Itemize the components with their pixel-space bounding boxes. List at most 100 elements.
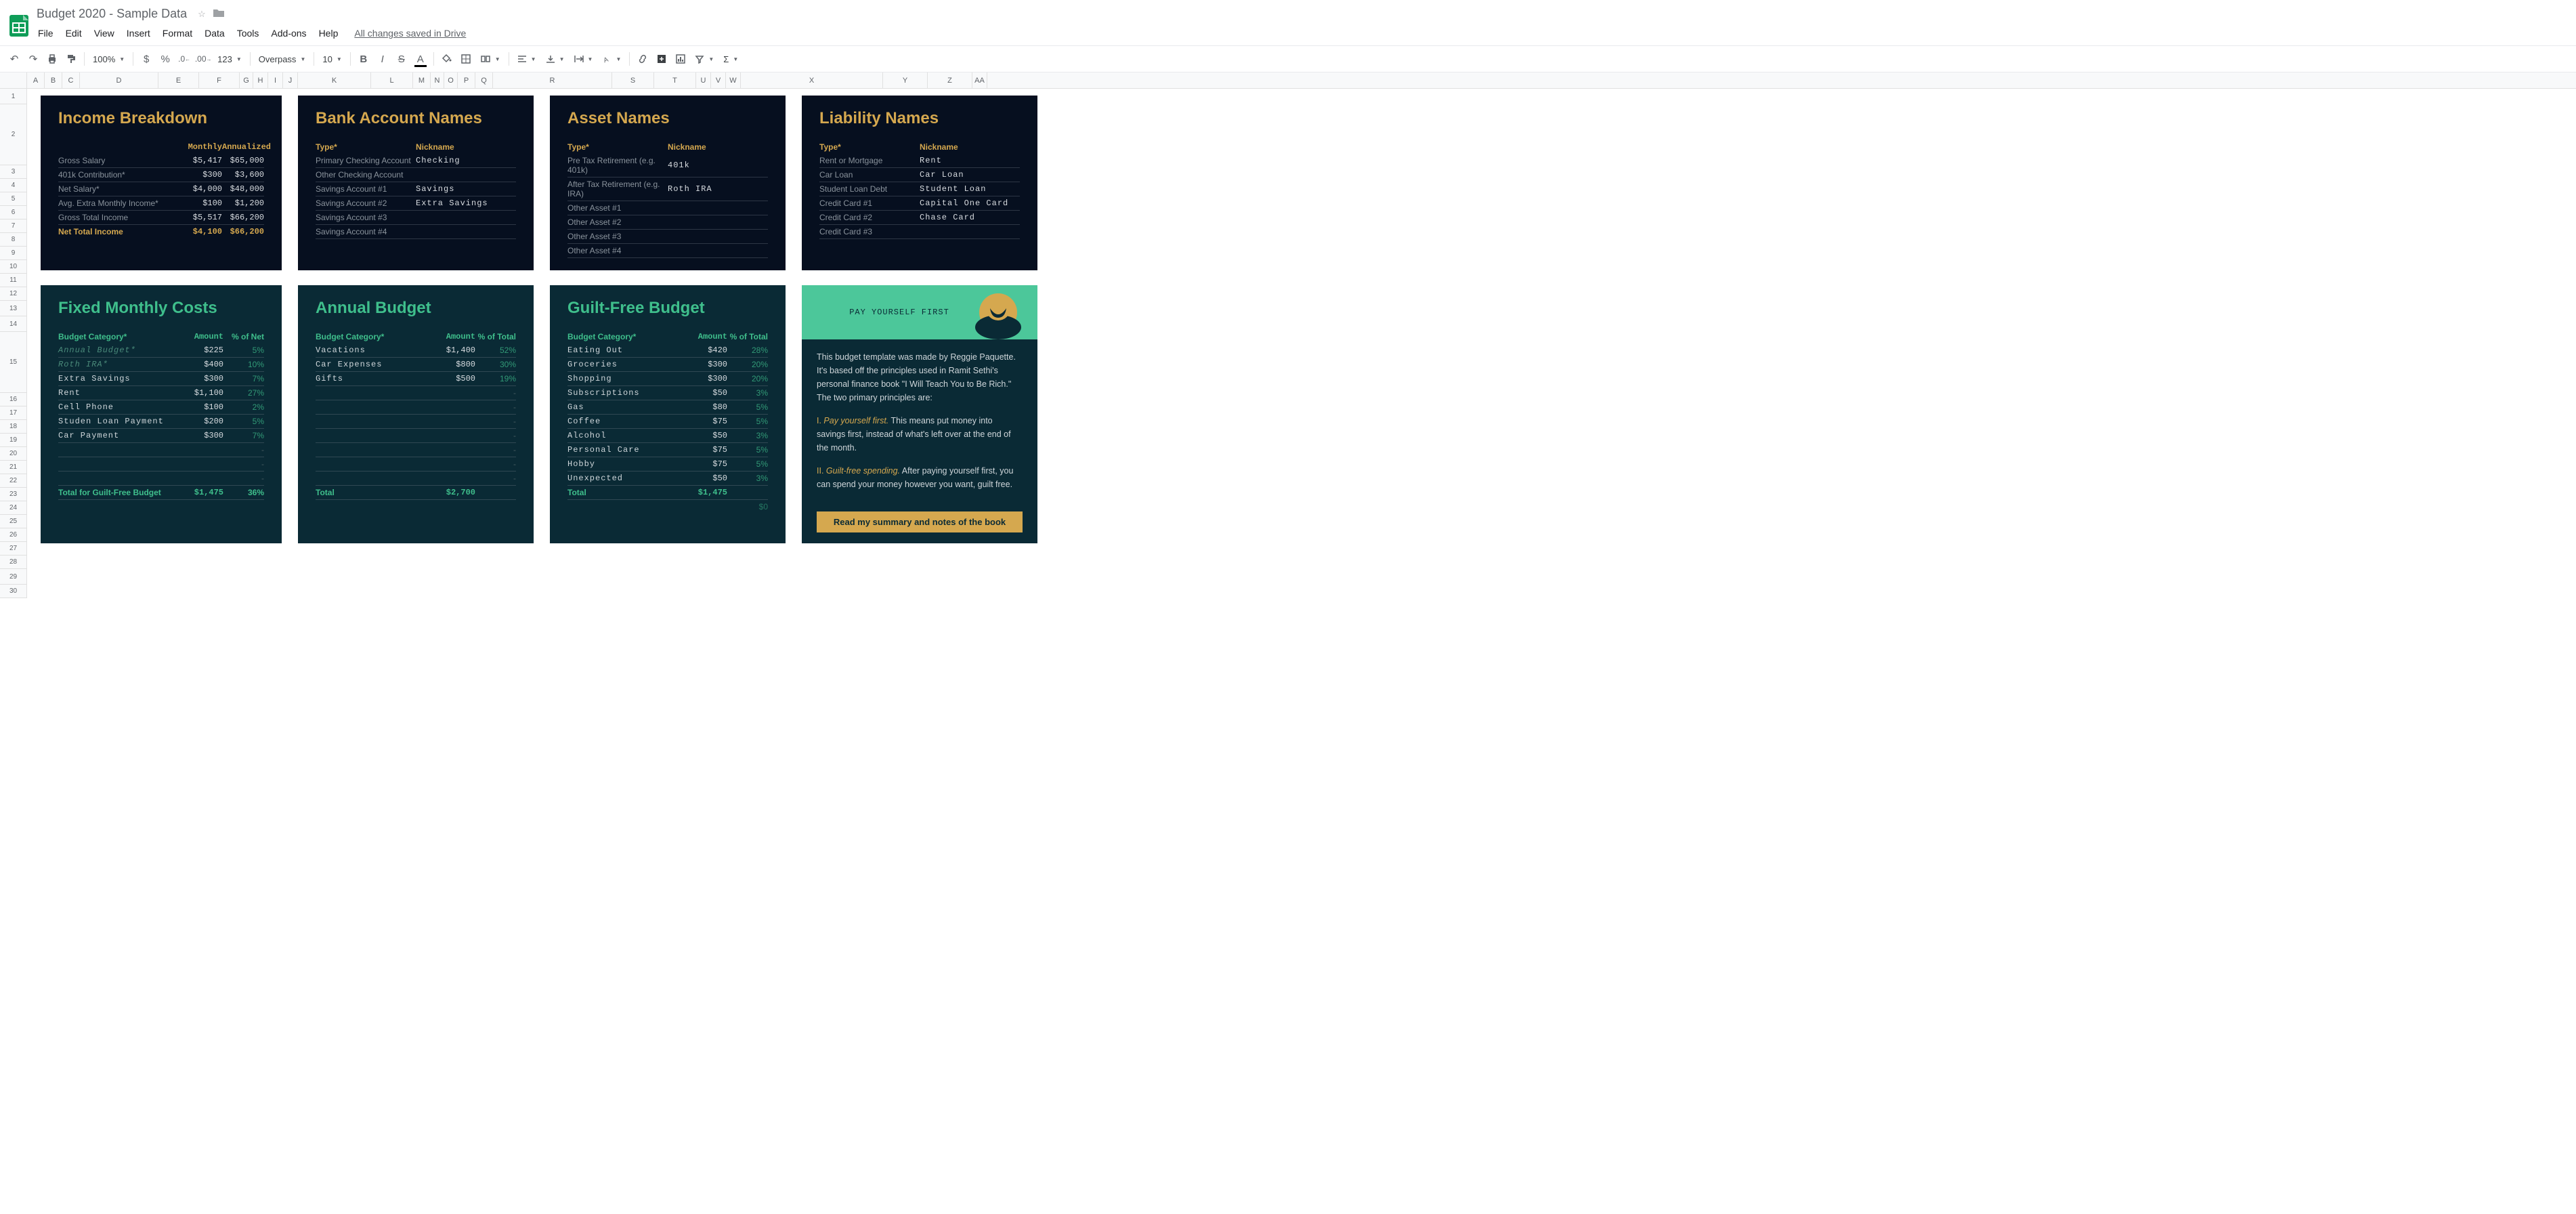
row-header-28[interactable]: 28	[0, 556, 26, 569]
row-header-24[interactable]: 24	[0, 501, 26, 515]
col-header-V[interactable]: V	[711, 72, 726, 88]
col-header-AA[interactable]: AA	[972, 72, 987, 88]
menu-tools[interactable]: Tools	[232, 25, 265, 41]
table-row[interactable]: Subscriptions$503%	[567, 386, 768, 400]
col-header-G[interactable]: G	[240, 72, 253, 88]
table-row[interactable]: Gross Salary$5,417$65,000	[58, 154, 264, 168]
table-row[interactable]: Annual Budget*$2255%	[58, 343, 264, 358]
table-row[interactable]: Car Expenses$80030%	[316, 358, 516, 372]
currency-button[interactable]: $	[137, 50, 155, 68]
row-header-11[interactable]: 11	[0, 274, 26, 287]
table-row[interactable]: Gifts$50019%	[316, 372, 516, 386]
table-row[interactable]: Alcohol$503%	[567, 429, 768, 443]
row-header-23[interactable]: 23	[0, 488, 26, 501]
sheets-app-icon[interactable]	[5, 12, 33, 39]
fill-color-button[interactable]	[438, 50, 456, 68]
table-row[interactable]: -	[316, 429, 516, 443]
paint-format-button[interactable]	[62, 50, 80, 68]
col-header-H[interactable]: H	[253, 72, 268, 88]
menu-addons[interactable]: Add-ons	[265, 25, 312, 41]
chart-button[interactable]	[672, 50, 689, 68]
row-header-9[interactable]: 9	[0, 247, 26, 260]
row-header-25[interactable]: 25	[0, 515, 26, 528]
col-header-I[interactable]: I	[268, 72, 283, 88]
row-header-8[interactable]: 8	[0, 233, 26, 247]
table-row[interactable]: Studen Loan Payment$2005%	[58, 415, 264, 429]
menu-view[interactable]: View	[89, 25, 120, 41]
table-row[interactable]: -	[58, 443, 264, 457]
table-row[interactable]: Credit Card #3	[819, 225, 1020, 239]
col-header-Y[interactable]: Y	[883, 72, 928, 88]
row-header-16[interactable]: 16	[0, 393, 26, 406]
table-row[interactable]: Other Asset #4	[567, 244, 768, 258]
print-button[interactable]	[43, 50, 61, 68]
row-header-27[interactable]: 27	[0, 542, 26, 556]
table-row[interactable]: -	[316, 400, 516, 415]
table-row[interactable]: Hobby$755%	[567, 457, 768, 472]
row-header-19[interactable]: 19	[0, 434, 26, 447]
increase-decimal-button[interactable]: .00→	[194, 50, 212, 68]
table-row[interactable]: -	[316, 443, 516, 457]
functions-dropdown[interactable]: Σ▼	[719, 50, 742, 68]
col-header-K[interactable]: K	[298, 72, 371, 88]
table-row[interactable]: Savings Account #4	[316, 225, 516, 239]
col-header-C[interactable]: C	[62, 72, 80, 88]
borders-button[interactable]	[457, 50, 475, 68]
row-header-1[interactable]: 1	[0, 89, 26, 104]
table-row[interactable]: -	[316, 415, 516, 429]
col-header-N[interactable]: N	[431, 72, 444, 88]
row-header-2[interactable]: 2	[0, 104, 26, 165]
table-row[interactable]: Credit Card #2Chase Card	[819, 211, 1020, 225]
row-header-13[interactable]: 13	[0, 301, 26, 316]
menu-format[interactable]: Format	[157, 25, 198, 41]
menu-file[interactable]: File	[33, 25, 59, 41]
table-row[interactable]: Car Payment$3007%	[58, 429, 264, 443]
row-header-22[interactable]: 22	[0, 474, 26, 488]
col-header-Q[interactable]: Q	[475, 72, 493, 88]
text-color-button[interactable]: A	[412, 50, 429, 68]
number-format-dropdown[interactable]: 123▼	[213, 50, 246, 68]
row-header-5[interactable]: 5	[0, 192, 26, 206]
col-header-T[interactable]: T	[654, 72, 696, 88]
table-row[interactable]: Credit Card #1Capital One Card	[819, 196, 1020, 211]
table-row[interactable]: Cell Phone$1002%	[58, 400, 264, 415]
menu-data[interactable]: Data	[199, 25, 230, 41]
table-row[interactable]: After Tax Retirement (e.g. IRA)Roth IRA	[567, 177, 768, 201]
move-folder-icon[interactable]	[213, 8, 225, 20]
wrap-dropdown[interactable]: ▼	[570, 50, 597, 68]
col-header-A[interactable]: A	[27, 72, 45, 88]
table-row[interactable]: Groceries$30020%	[567, 358, 768, 372]
rotate-dropdown[interactable]: A▼	[598, 50, 625, 68]
table-row[interactable]: -	[316, 457, 516, 472]
table-row[interactable]: Other Asset #2	[567, 215, 768, 230]
link-button[interactable]	[634, 50, 651, 68]
col-header-M[interactable]: M	[413, 72, 431, 88]
col-header-E[interactable]: E	[158, 72, 199, 88]
table-row[interactable]: Unexpected$503%	[567, 472, 768, 486]
percent-button[interactable]: %	[156, 50, 174, 68]
col-header-L[interactable]: L	[371, 72, 413, 88]
font-size-dropdown[interactable]: 10▼	[318, 50, 345, 68]
table-row[interactable]: Roth IRA*$40010%	[58, 358, 264, 372]
star-icon[interactable]: ☆	[198, 9, 206, 20]
row-header-3[interactable]: 3	[0, 165, 26, 179]
table-row[interactable]: Rent or MortgageRent	[819, 154, 1020, 168]
read-summary-button[interactable]: Read my summary and notes of the book	[817, 511, 1023, 532]
table-row[interactable]: -	[58, 457, 264, 472]
table-row[interactable]: Savings Account #2Extra Savings	[316, 196, 516, 211]
table-row[interactable]: Coffee$755%	[567, 415, 768, 429]
menu-edit[interactable]: Edit	[60, 25, 87, 41]
table-row[interactable]: Gas$805%	[567, 400, 768, 415]
col-header-B[interactable]: B	[45, 72, 62, 88]
table-row[interactable]: Other Asset #3	[567, 230, 768, 244]
row-header-30[interactable]: 30	[0, 585, 26, 598]
valign-dropdown[interactable]: ▼	[542, 50, 569, 68]
table-row[interactable]: Avg. Extra Monthly Income*$100$1,200	[58, 196, 264, 211]
col-header-W[interactable]: W	[726, 72, 741, 88]
col-header-O[interactable]: O	[444, 72, 458, 88]
row-header-4[interactable]: 4	[0, 179, 26, 192]
row-header-7[interactable]: 7	[0, 219, 26, 233]
row-header-20[interactable]: 20	[0, 447, 26, 461]
table-row[interactable]: Shopping$30020%	[567, 372, 768, 386]
row-header-14[interactable]: 14	[0, 316, 26, 332]
